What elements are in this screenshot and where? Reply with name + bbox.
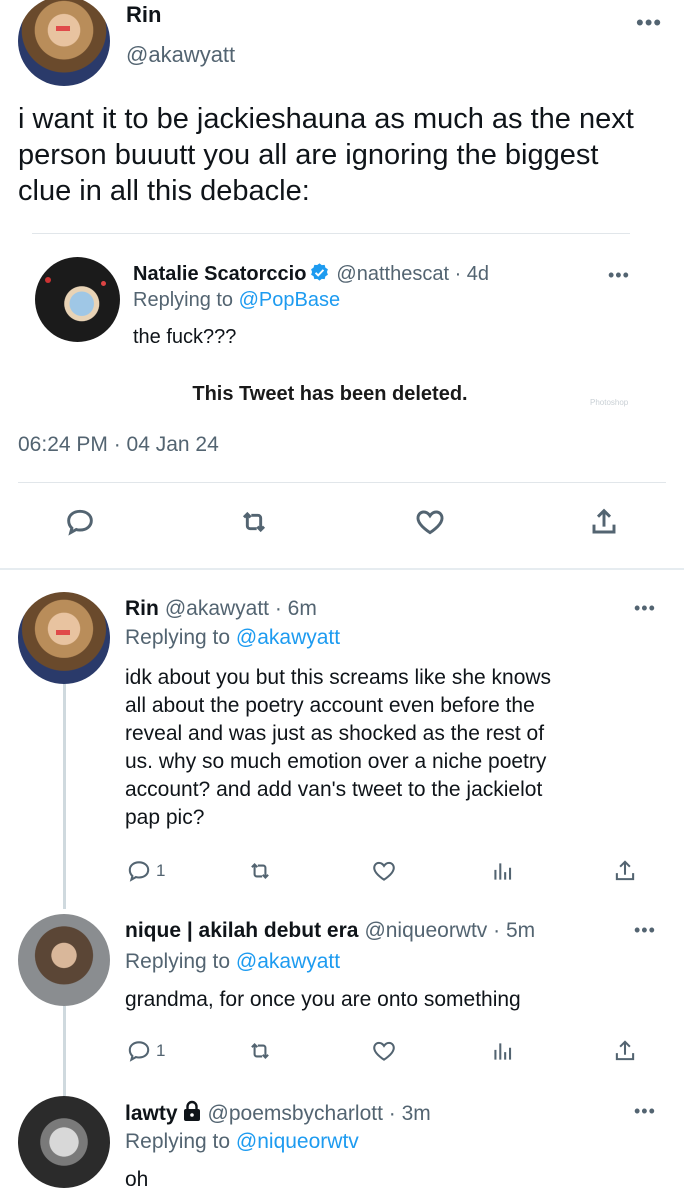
quoted-handle[interactable]: @natthescat · 4d xyxy=(336,263,489,285)
retweet-button[interactable] xyxy=(246,1036,274,1066)
reply-button[interactable] xyxy=(60,502,100,542)
reply-header: Rin @akawyatt · 6m xyxy=(125,597,317,621)
share-icon xyxy=(615,1040,635,1061)
quoted-text: the fuck??? xyxy=(133,326,237,348)
reply-count: 1 xyxy=(156,1041,166,1060)
reply-author-handle[interactable]: @niqueorwtv · 5m xyxy=(364,919,535,942)
replying-to-link[interactable]: @PopBase xyxy=(239,289,340,311)
reply-icon xyxy=(128,1041,150,1062)
heart-icon xyxy=(373,1041,395,1061)
replying-prefix: Replying to xyxy=(125,1130,231,1153)
reply-author-name[interactable]: nique | akilah debut era xyxy=(125,919,358,942)
quote-divider xyxy=(32,233,630,234)
thread-line xyxy=(63,684,66,909)
reply-more-icon[interactable]: ••• xyxy=(634,1102,656,1120)
reply-more-icon[interactable]: ••• xyxy=(634,599,656,617)
quoted-author-name: Natalie Scatorccio xyxy=(133,263,307,285)
replying-to-link[interactable]: @akawyatt xyxy=(236,950,340,973)
replying-prefix: Replying to xyxy=(125,950,231,973)
deleted-tweet-notice: This Tweet has been deleted. xyxy=(192,383,468,405)
reply-replying-to: Replying to @akawyatt xyxy=(125,626,340,650)
reply-author-name[interactable]: lawty xyxy=(125,1102,178,1125)
heart-icon xyxy=(416,510,444,535)
share-button[interactable] xyxy=(612,856,638,886)
reply-author-handle[interactable]: @poemsbycharlott · 3m xyxy=(208,1102,431,1125)
like-button[interactable] xyxy=(410,502,450,542)
reply-replying-to: Replying to @niqueorwtv xyxy=(125,1130,359,1154)
retweet-icon xyxy=(251,863,269,879)
avatar-natalie[interactable] xyxy=(35,257,120,342)
heart-icon xyxy=(373,861,395,881)
author-handle[interactable]: @akawyatt xyxy=(126,42,235,68)
reply-text: oh xyxy=(125,1166,665,1194)
views-chart-icon xyxy=(494,863,512,880)
quoted-replying-to: Replying to @PopBase xyxy=(133,289,340,312)
reply-icon xyxy=(67,509,93,536)
reply-text: grandma, for once you are onto something xyxy=(125,986,665,1014)
views-button[interactable] xyxy=(490,1036,516,1066)
section-divider xyxy=(0,568,684,570)
thread-line xyxy=(63,1006,66,1096)
avatar-rin-main[interactable] xyxy=(18,0,110,86)
reply-header: lawty @poemsbycharlott · 3m xyxy=(125,1100,431,1126)
reply-text-line: all about the poetry account even before… xyxy=(125,694,535,717)
views-chart-icon xyxy=(494,1043,512,1060)
avatar-rin[interactable] xyxy=(18,592,110,684)
more-options-icon[interactable]: ••• xyxy=(636,12,662,34)
avatar-lawty[interactable] xyxy=(18,1096,110,1188)
retweet-button[interactable] xyxy=(234,502,274,542)
reply-text-line: oh xyxy=(125,1168,149,1191)
quoted-author[interactable]: Natalie Scatorccio @natthescat · 4d xyxy=(133,262,489,286)
share-icon xyxy=(615,860,635,881)
verified-badge-icon xyxy=(311,263,329,281)
reply-icon xyxy=(128,861,150,882)
replying-to-link[interactable]: @niqueorwtv xyxy=(236,1130,359,1153)
share-button[interactable] xyxy=(584,502,624,542)
lock-icon xyxy=(183,1100,200,1121)
retweet-icon xyxy=(251,1043,269,1059)
avatar-nique[interactable] xyxy=(18,914,110,1006)
tweet-text: i want it to be jackieshauna as much as … xyxy=(18,103,634,207)
reply-more-icon[interactable]: ••• xyxy=(634,921,656,939)
share-icon xyxy=(592,508,616,534)
replying-to-link[interactable]: @akawyatt xyxy=(236,626,340,649)
reply-author-handle[interactable]: @akawyatt · 6m xyxy=(165,597,317,620)
reply-text-line: account? and add van's tweet to the jack… xyxy=(125,778,543,801)
reply-header: nique | akilah debut era @niqueorwtv · 5m xyxy=(125,919,535,943)
reply-author-name[interactable]: Rin xyxy=(125,597,159,620)
reply-count: 1 xyxy=(156,861,166,880)
replying-prefix: Replying to xyxy=(125,626,231,649)
reply-text-line: reveal and was just as shocked as the re… xyxy=(125,722,545,745)
divider xyxy=(18,482,666,483)
share-button[interactable] xyxy=(612,1036,638,1066)
tweet-timestamp[interactable]: 06:24 PM · 04 Jan 24 xyxy=(18,433,219,457)
reply-replying-to: Replying to @akawyatt xyxy=(125,950,340,974)
like-button[interactable] xyxy=(370,856,398,886)
author-name[interactable]: Rin xyxy=(126,2,161,28)
reply-button[interactable]: 1 xyxy=(126,1036,165,1066)
reply-text: idk about you but this screams like she … xyxy=(125,664,665,832)
retweet-icon xyxy=(242,511,266,533)
views-button[interactable] xyxy=(490,856,516,886)
reply-button[interactable]: 1 xyxy=(126,856,165,886)
reply-text-line: us. why so much emotion over a niche poe… xyxy=(125,750,547,773)
photoshop-watermark: Photoshop xyxy=(590,398,629,407)
reply-text-line: grandma, for once you are onto something xyxy=(125,988,521,1011)
like-button[interactable] xyxy=(370,1036,398,1066)
quoted-more-icon[interactable]: ••• xyxy=(608,266,630,284)
replying-prefix: Replying to xyxy=(133,289,234,311)
reply-text-line: idk about you but this screams like she … xyxy=(125,666,552,689)
retweet-button[interactable] xyxy=(246,856,274,886)
reply-text-line: pap pic? xyxy=(125,806,205,829)
